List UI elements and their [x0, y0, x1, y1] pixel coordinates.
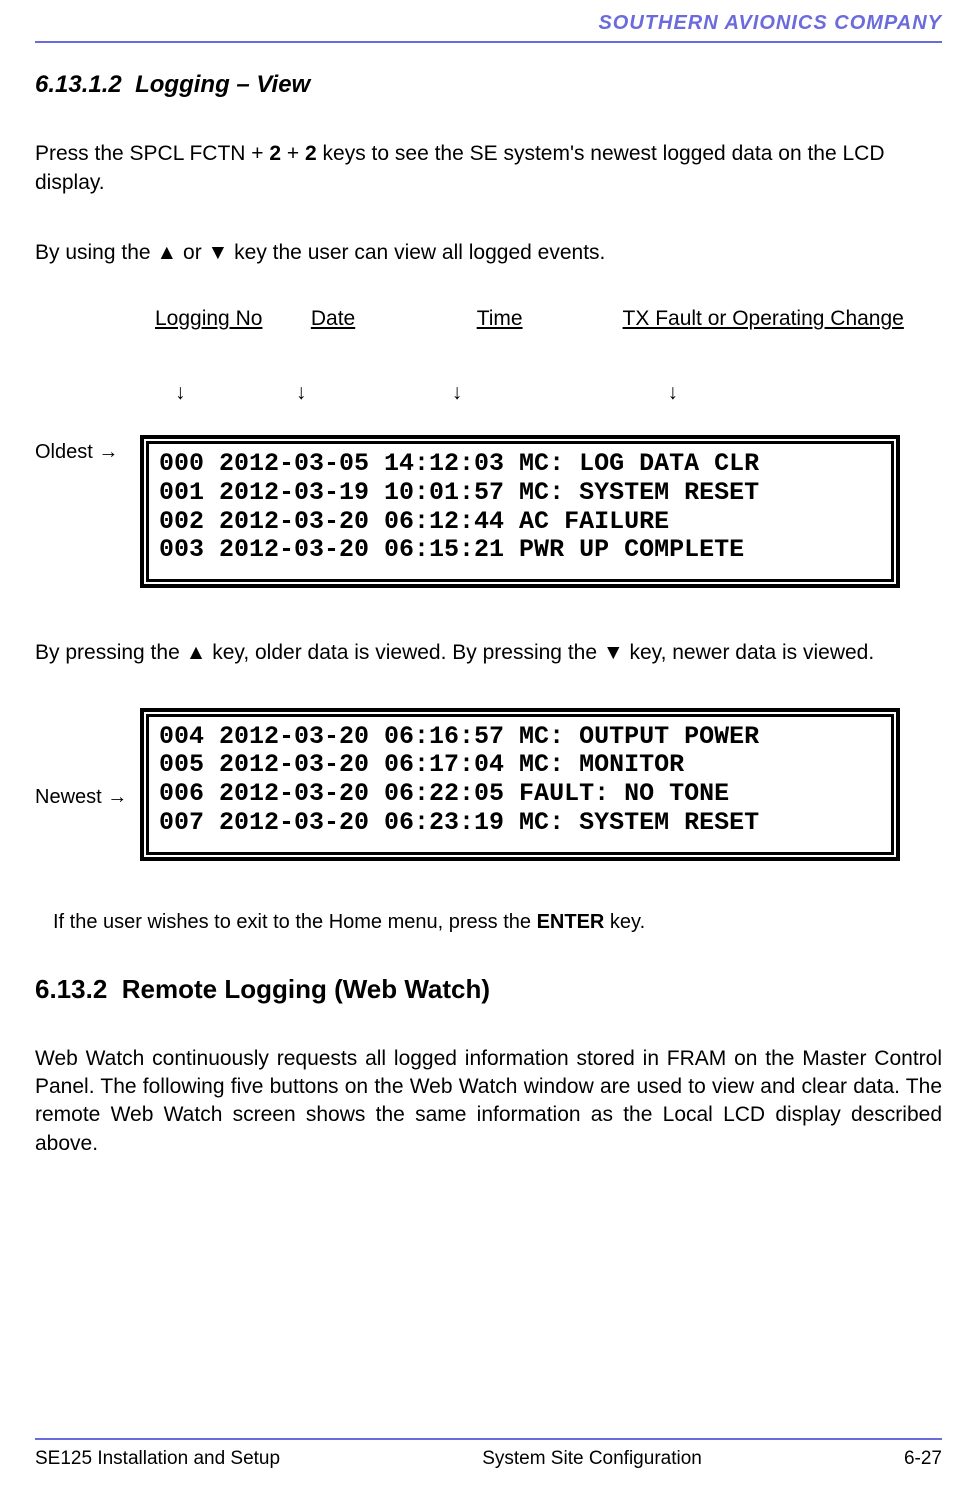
log-entry: 006 2012-03-20 06:22:05 FAULT: NO TONE [159, 780, 881, 809]
text-fragment: key. [604, 911, 645, 933]
text-fragment: + [281, 142, 305, 165]
section-number: 6.13.1.2 [35, 71, 122, 98]
section-heading-logging-view: 6.13.1.2 Logging – View [35, 71, 942, 99]
column-header-logging-no: Logging No [155, 307, 305, 331]
lcd-inner: 004 2012-03-20 06:16:57 MC: OUTPUT POWER… [146, 714, 894, 855]
oldest-label: Oldest → [35, 435, 140, 464]
down-arrow-icon: ↓ [668, 381, 679, 405]
column-headers-row: Logging No Date Time TX Fault or Operati… [155, 307, 942, 331]
log-entry: 002 2012-03-20 06:12:44 AC FAILURE [159, 508, 881, 537]
down-arrow-icon: ↓ [175, 381, 290, 405]
company-name: SOUTHERN AVIONICS COMPANY [598, 12, 942, 34]
log-entry: 003 2012-03-20 06:15:21 PWR UP COMPLETE [159, 536, 881, 565]
footer-center: System Site Configuration [482, 1448, 702, 1470]
column-header-time: Time [477, 307, 617, 331]
section-title: Remote Logging (Web Watch) [122, 974, 490, 1004]
page-header: SOUTHERN AVIONICS COMPANY [35, 0, 942, 43]
paragraph-web-watch: Web Watch continuously requests all logg… [35, 1045, 942, 1158]
key-2-first: 2 [269, 142, 281, 165]
section-number: 6.13.2 [35, 974, 107, 1004]
log-entry: 005 2012-03-20 06:17:04 MC: MONITOR [159, 751, 881, 780]
newest-label: Newest → [35, 708, 140, 809]
paragraph-arrow-keys: By using the ▲ or ▼ key the user can vie… [35, 238, 942, 267]
arrows-row: ↓ ↓ ↓ ↓ [175, 381, 942, 405]
log-entry: 004 2012-03-20 06:16:57 MC: OUTPUT POWER [159, 723, 881, 752]
lcd-display-newest-wrapper: Newest → 004 2012-03-20 06:16:57 MC: OUT… [35, 708, 942, 861]
lcd-display-oldest-wrapper: Oldest → 000 2012-03-05 14:12:03 MC: LOG… [35, 435, 942, 588]
paragraph-older-newer: By pressing the ▲ key, older data is vie… [35, 638, 942, 667]
section-heading-remote-logging: 6.13.2 Remote Logging (Web Watch) [35, 974, 942, 1005]
key-2-second: 2 [305, 142, 317, 165]
column-header-fault: TX Fault or Operating Change [623, 307, 904, 331]
column-header-date: Date [311, 307, 471, 331]
lcd-display-newest: 004 2012-03-20 06:16:57 MC: OUTPUT POWER… [140, 708, 900, 861]
lcd-display-oldest: 000 2012-03-05 14:12:03 MC: LOG DATA CLR… [140, 435, 900, 588]
footer-left: SE125 Installation and Setup [35, 1448, 280, 1470]
page-footer: SE125 Installation and Setup System Site… [35, 1438, 942, 1470]
down-arrow-icon: ↓ [452, 381, 662, 405]
log-entry: 000 2012-03-05 14:12:03 MC: LOG DATA CLR [159, 450, 881, 479]
exit-note: If the user wishes to exit to the Home m… [53, 911, 942, 934]
footer-right: 6-27 [904, 1448, 942, 1470]
text-fragment: If the user wishes to exit to the Home m… [53, 911, 537, 933]
text-fragment: Press the SPCL FCTN + [35, 142, 269, 165]
page-content: 6.13.1.2 Logging – View Press the SPCL F… [35, 71, 942, 1158]
paragraph-press-keys: Press the SPCL FCTN + 2 + 2 keys to see … [35, 139, 942, 198]
down-arrow-icon: ↓ [296, 381, 446, 405]
log-entry: 001 2012-03-19 10:01:57 MC: SYSTEM RESET [159, 479, 881, 508]
lcd-inner: 000 2012-03-05 14:12:03 MC: LOG DATA CLR… [146, 441, 894, 582]
log-entry: 007 2012-03-20 06:23:19 MC: SYSTEM RESET [159, 809, 881, 838]
enter-key-label: ENTER [537, 911, 605, 933]
section-title: Logging – View [135, 71, 310, 98]
